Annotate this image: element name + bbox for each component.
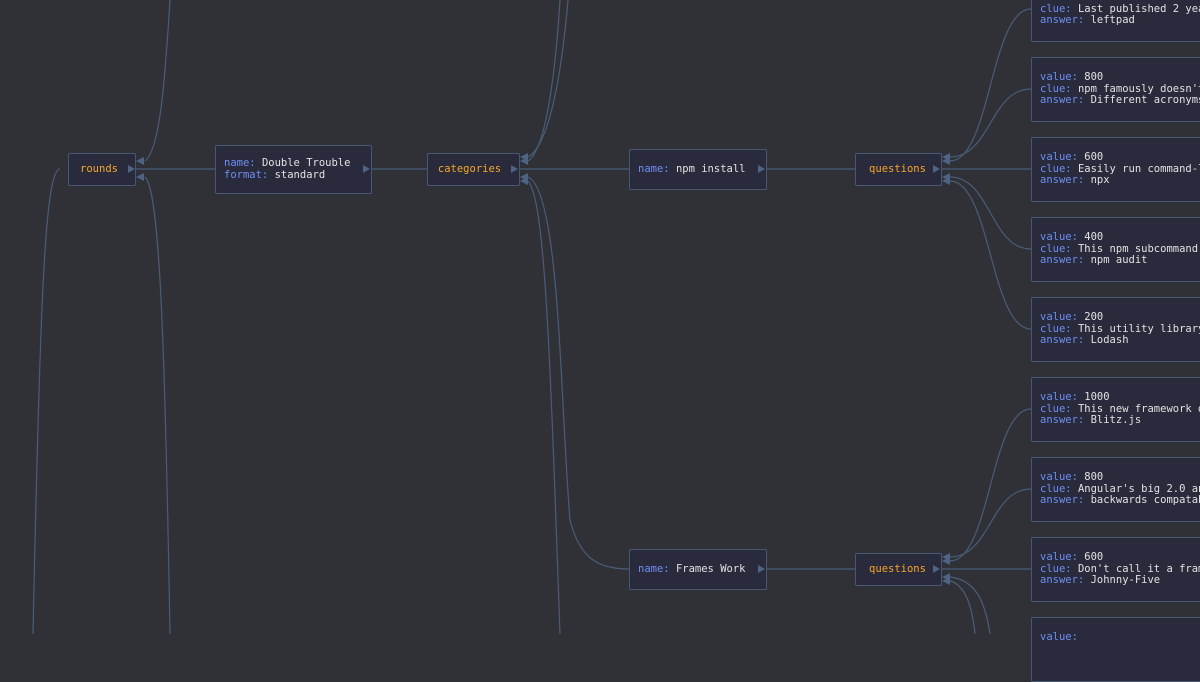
npm-question-node[interactable]: value: 400clue: This npm subcommand inan… [1031,217,1200,282]
edge-q-frames-1000 [949,408,1032,562]
frames-question-node[interactable]: value: 600clue: Don't call it a framewan… [1031,537,1200,602]
edge-categories-up-1 [527,0,561,162]
category-frames-work-node[interactable]: name: Frames Work [629,549,767,590]
question-answer: answer: Blitz.js [1040,414,1142,427]
edge-q-frames-200 [949,580,976,634]
edge-categories-up-2 [527,0,569,158]
edge-q-frames-800 [949,488,1032,558]
npm-question-node[interactable]: value: 800clue: npm famously doesn't wan… [1031,57,1200,122]
question-answer: answer: npm audit [1040,254,1148,267]
questions-npm-collapse-arrow-icon[interactable] [933,165,940,173]
categories-node[interactable]: categories [427,153,520,186]
question-answer [1040,655,1200,667]
edge-q-npm-800 [949,88,1032,158]
edge-categories-frames [527,176,630,570]
questions-npm-label: questions [869,162,926,175]
edge-arrowhead-icon [136,173,144,181]
frames-question-node[interactable]: value: 800clue: Angular's big 2.0 annoan… [1031,457,1200,522]
edges-layer [32,0,1032,634]
questions-frames-node[interactable]: questions [855,553,942,586]
category-npm-field-name: name: npm install [638,162,746,175]
edge-arrowhead-icon [136,157,144,165]
round-field-format: format: standard [224,168,326,181]
question-answer: answer: leftpad [1040,14,1135,27]
questions-frames-collapse-arrow-icon[interactable] [933,565,940,573]
question-answer: answer: Different acronyms e [1040,94,1200,107]
edge-rounds-up [144,0,171,162]
round-node[interactable]: name: Double Trouble format: standard [215,145,372,194]
npm-question-node[interactable]: value: 1000clue: Last published 2 yearsa… [1031,0,1200,42]
questions-npm-node[interactable]: questions [855,153,942,186]
questions-frames-label: questions [869,562,926,575]
npm-question-node[interactable]: value: 600clue: Easily run command-linan… [1031,137,1200,202]
edge-rounds-down [144,176,171,634]
rounds-node[interactable]: rounds [68,153,136,186]
edge-categories-down [527,180,561,634]
edge-rounds-left-down [32,168,61,634]
question-answer: answer: Lodash [1040,334,1129,347]
category-npm-expand-arrow-icon[interactable] [758,165,765,173]
rounds-label: rounds [80,162,118,175]
question-clue [1040,644,1200,656]
category-npm-install-node[interactable]: name: npm install [629,149,767,190]
frames-question-node[interactable]: value: 1000clue: This new framework desa… [1031,377,1200,442]
question-answer: answer: backwards compatabil [1040,494,1200,507]
edge-q-npm-1000 [949,8,1032,162]
frames-question-node[interactable]: value: [1031,617,1200,682]
question-answer: answer: Johnny-Five [1040,574,1161,587]
category-frames-expand-arrow-icon[interactable] [758,565,765,573]
edge-q-npm-200 [949,180,1032,330]
edge-q-npm-400 [949,176,1032,250]
category-frames-field-name: name: Frames Work [638,562,746,575]
npm-question-node[interactable]: value: 200clue: This utility library ian… [1031,297,1200,362]
graph-canvas[interactable]: rounds name: Double Trouble format: stan… [0,0,1200,682]
round-expand-arrow-icon[interactable] [363,165,370,173]
rounds-collapse-arrow-icon[interactable] [128,165,135,173]
categories-label: categories [437,162,502,175]
question-answer: answer: npx [1040,174,1110,187]
categories-collapse-arrow-icon[interactable] [511,165,518,173]
